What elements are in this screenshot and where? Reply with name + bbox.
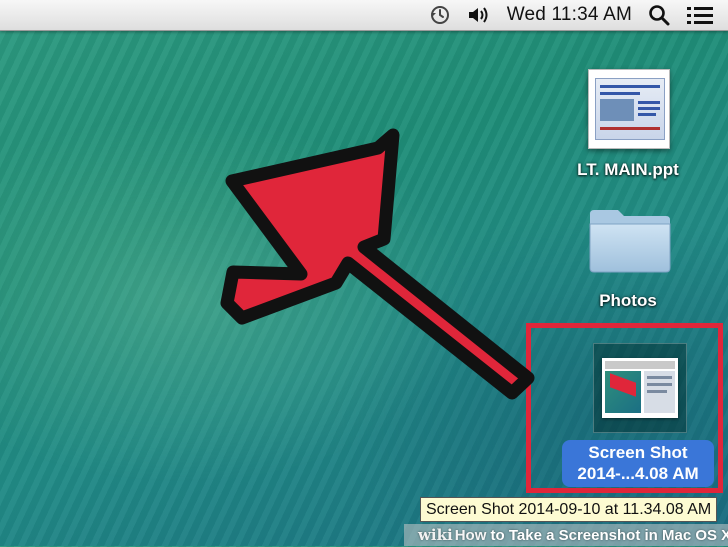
pointer-arrow-icon	[220, 128, 535, 400]
filename-tooltip: Screen Shot 2014-09-10 at 11.34.08 AM	[420, 497, 718, 522]
watermark-how: How	[454, 527, 487, 544]
watermark-title: to Take a Screenshot in Mac OS X	[486, 527, 728, 544]
watermark-brand: wiki	[418, 526, 453, 544]
wikihow-watermark: wiki How to Take a Screenshot in Mac OS X	[404, 524, 728, 546]
